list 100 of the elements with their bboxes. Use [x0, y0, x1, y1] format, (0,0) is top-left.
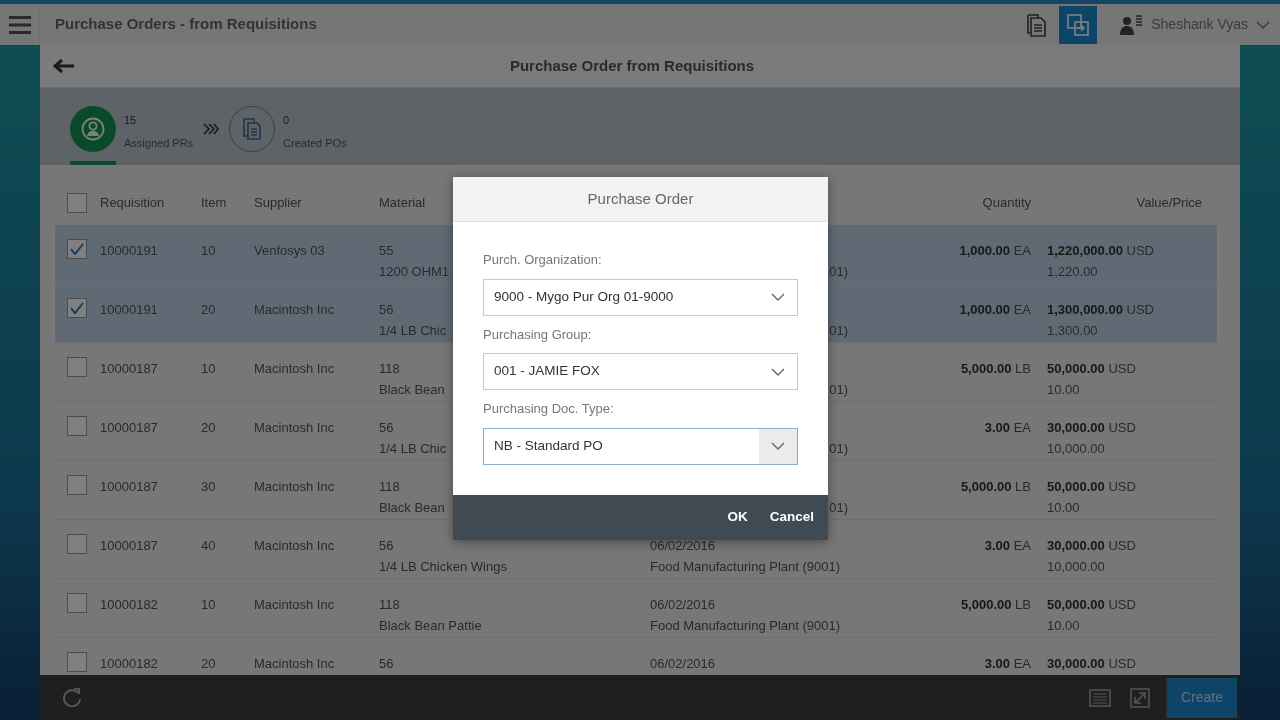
fullscreen-icon — [1129, 687, 1150, 708]
create-button[interactable]: Create — [1165, 677, 1237, 718]
row-checkbox[interactable] — [67, 298, 87, 318]
table-cell-text: 01) — [829, 321, 848, 340]
step-count: 15 — [124, 113, 138, 128]
dropdown-field[interactable]: 9000 - Mygo Pur Org 01-9000 — [483, 278, 798, 316]
table-cell-text: Black Bean — [379, 498, 446, 517]
table-cell-text: 56 — [379, 655, 395, 673]
ok-button[interactable]: OK — [719, 500, 756, 534]
table-cell-text: 50,000.00 USD — [1047, 478, 1137, 496]
table-cell-text: 06/02/2016 — [650, 655, 716, 673]
table-cell-text: 30,000.00 USD — [1047, 537, 1137, 555]
check-icon — [70, 243, 84, 255]
table-cell-text: Macintosh Inc — [254, 360, 336, 378]
column-header[interactable]: Material — [379, 194, 426, 210]
table-cell-text: 01) — [829, 498, 848, 517]
table-cell-text: 10000187 — [100, 360, 159, 378]
column-header[interactable]: Value/Price — [1136, 194, 1202, 210]
table-cell-text: 40 — [201, 537, 217, 555]
table-cell: 1,000.00 EA — [959, 243, 1031, 258]
table-cell-text: 20 — [201, 655, 217, 673]
column-header[interactable]: Quantity — [982, 194, 1031, 210]
row-checkbox[interactable] — [67, 357, 87, 377]
row-checkbox[interactable] — [67, 239, 87, 259]
copy-button[interactable] — [1059, 5, 1098, 44]
table-cell-text: 20 — [201, 419, 217, 437]
table-cell-text: 1,220,000.00 USD — [1047, 242, 1155, 260]
table-cell-text: 50,000.00 USD — [1047, 596, 1137, 614]
table-cell-text: 1,300.00 — [1047, 321, 1099, 340]
table-cell-text: 118 — [379, 596, 401, 614]
table-cell-text: 1/4 LB Chicken Wings — [379, 557, 508, 576]
table-cell: 5,000.00 LB — [960, 361, 1031, 376]
field-label: Purchasing Doc. Type: — [483, 400, 615, 418]
table-cell-text: Macintosh Inc — [254, 655, 336, 673]
dropdown-field[interactable]: NB - Standard PO — [483, 427, 798, 465]
table-cell-text: 10 — [201, 242, 217, 260]
user-name[interactable]: Sheshank Vyas — [1151, 14, 1248, 35]
table-cell-text: 10,000.00 — [1047, 557, 1106, 576]
table-cell-text: 10000182 — [100, 655, 159, 673]
table-cell: 3.00 EA — [984, 656, 1031, 671]
chevron-down-icon — [1256, 20, 1270, 29]
chevrons-icon — [203, 123, 220, 135]
table-cell: 5,000.00 LB — [960, 597, 1031, 612]
document-icon — [241, 117, 264, 141]
copy-icon — [1066, 12, 1091, 37]
step-label: Assigned PRs — [124, 135, 194, 151]
table-cell-text: Macintosh Inc — [254, 301, 336, 319]
row-checkbox[interactable] — [67, 652, 87, 672]
table-cell-text: Food Manufacturing Plant (9001) — [650, 616, 841, 635]
table-cell-text: 1,220.00 — [1047, 262, 1099, 281]
table-cell-text: 01) — [829, 380, 848, 399]
table-cell-text: 1/4 LB Chic — [379, 439, 448, 458]
row-checkbox[interactable] — [67, 416, 87, 436]
table-cell-text: 10 — [201, 596, 217, 614]
dropdown-field[interactable]: 001 - JAMIE FOX — [483, 353, 798, 390]
table-cell-text: 10.00 — [1047, 498, 1081, 517]
column-header[interactable]: Supplier — [254, 194, 302, 210]
page-title: Purchase Order from Requisitions — [508, 55, 756, 76]
step-count: 0 — [283, 113, 291, 128]
column-header[interactable]: Requisition — [100, 194, 165, 210]
table-cell-text: 10.00 — [1047, 616, 1081, 635]
column-header[interactable]: Item — [201, 194, 227, 210]
table-cell-text: 55 — [379, 242, 395, 260]
table-cell: 3.00 EA — [984, 420, 1031, 435]
table-cell-text: 118 — [379, 360, 401, 378]
table-cell-text: 1,300,000.00 USD — [1047, 301, 1155, 319]
table-cell-text: Macintosh Inc — [254, 596, 336, 614]
table-cell: 1,000.00 EA — [959, 302, 1031, 317]
document-icon — [1024, 12, 1049, 37]
table-cell-text: 06/02/2016 — [650, 596, 716, 614]
person-icon — [81, 117, 105, 141]
back-arrow-icon — [53, 58, 75, 74]
table-cell-text: 10000187 — [100, 537, 159, 555]
list-icon — [1088, 688, 1111, 707]
table-cell-text: 10.00 — [1047, 380, 1081, 399]
select-all-checkbox[interactable] — [67, 192, 87, 213]
cancel-button[interactable]: Cancel — [761, 500, 822, 534]
table-cell-text: 10000191 — [100, 242, 159, 260]
table-cell-text: 10000187 — [100, 419, 159, 437]
table-cell-text: Macintosh Inc — [254, 419, 336, 437]
table-cell-text: 01) — [829, 439, 848, 458]
field-label: Purch. Organization: — [483, 251, 603, 269]
row-checkbox[interactable] — [67, 593, 87, 613]
table-cell-text: 20 — [201, 301, 217, 319]
table-cell-text: Venfosys 03 — [254, 242, 326, 260]
refresh-icon — [62, 687, 82, 708]
app-title: Purchase Orders - from Requisitions — [55, 14, 318, 35]
user-icon — [1119, 13, 1144, 36]
table-cell-text: Black Bean Pattie — [379, 616, 483, 635]
process-step[interactable] — [70, 106, 116, 152]
row-checkbox[interactable] — [67, 475, 87, 495]
dialog-title: Purchase Order — [587, 188, 694, 209]
row-checkbox[interactable] — [67, 534, 87, 554]
table-cell-text: 06/02/2016 — [650, 537, 716, 555]
table-cell-text: 10,000.00 — [1047, 439, 1106, 458]
table-cell-text: 1200 OHM1 — [379, 262, 451, 281]
table-cell-text: 118 — [379, 478, 401, 496]
table-cell: 5,000.00 LB — [960, 479, 1031, 494]
step-label: Created POs — [283, 135, 347, 151]
menu-icon — [8, 15, 31, 34]
